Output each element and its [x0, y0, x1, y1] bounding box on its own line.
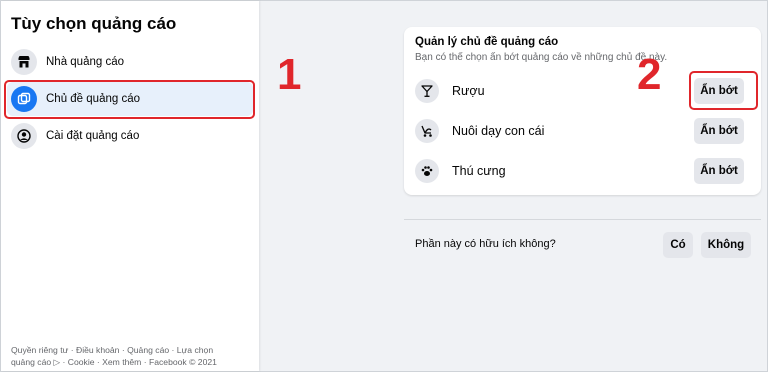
feedback-yes-button[interactable]: Có [663, 232, 693, 258]
hide-less-button[interactable]: Ẩn bớt [694, 118, 744, 144]
topic-row: Thú cưng Ẩn bớt [415, 156, 755, 186]
user-circle-icon [11, 123, 37, 149]
footer-links[interactable]: Quyền riêng tư · Điều khoản · Quảng cáo … [11, 344, 251, 368]
feedback-question: Phần này có hữu ích không? [415, 238, 556, 250]
stroller-icon [415, 119, 439, 143]
hide-less-button[interactable]: Ẩn bớt [694, 158, 744, 184]
sidebar-title: Tùy chọn quảng cáo [11, 14, 177, 33]
highlight-box [4, 80, 255, 119]
divider [404, 219, 761, 220]
paw-icon [415, 159, 439, 183]
cocktail-icon [415, 79, 439, 103]
highlight-box [689, 71, 758, 110]
store-icon [11, 49, 37, 75]
feedback-no-button[interactable]: Không [701, 232, 751, 258]
topic-label: Thú cưng [452, 164, 506, 178]
sidebar-item-advertisers[interactable]: Nhà quảng cáo [7, 45, 253, 79]
topic-label: Rượu [452, 84, 485, 98]
sidebar-item-label: Cài đặt quảng cáo [46, 130, 140, 142]
topic-label: Nuôi dạy con cái [452, 124, 545, 138]
sidebar: Tùy chọn quảng cáo Nhà quảng cáo Chủ đề … [1, 1, 259, 371]
topic-row: Nuôi dạy con cái Ẩn bớt [415, 116, 755, 146]
step-number-1: 1 [277, 50, 302, 99]
card-title: Quản lý chủ đề quảng cáo [415, 36, 559, 48]
card-subtitle: Bạn có thể chọn ẩn bớt quảng cáo về nhữn… [415, 52, 668, 63]
footer-line[interactable]: Quyền riêng tư · Điều khoản · Quảng cáo … [11, 344, 251, 356]
ad-topics-card: Quản lý chủ đề quảng cáo Bạn có thể chọn… [404, 27, 761, 195]
sidebar-item-ad-settings[interactable]: Cài đặt quảng cáo [7, 119, 253, 153]
sidebar-item-label: Nhà quảng cáo [46, 56, 125, 68]
footer-line[interactable]: quảng cáo ▷ · Cookie · Xem thêm · Facebo… [11, 356, 251, 368]
step-number-2: 2 [637, 50, 662, 99]
